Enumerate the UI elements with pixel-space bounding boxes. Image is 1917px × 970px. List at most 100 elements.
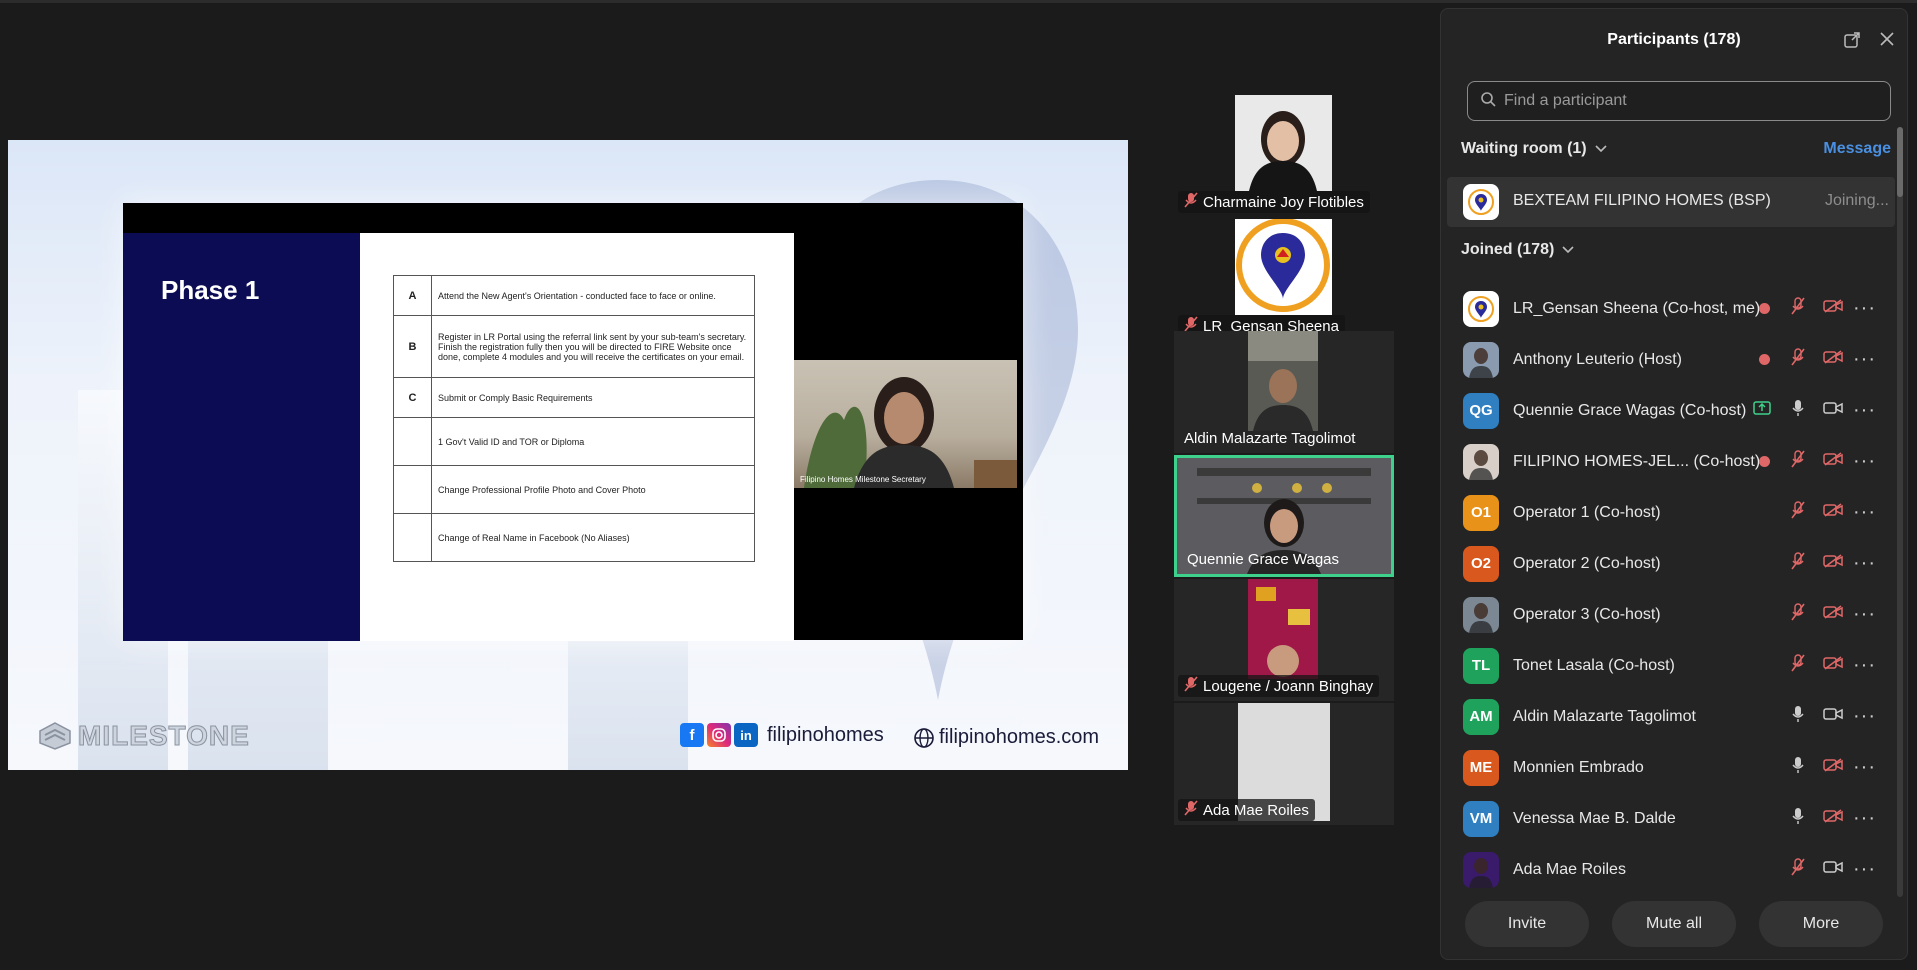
slide-title: Phase 1 — [161, 275, 260, 305]
panel-footer: Invite Mute all More — [1441, 901, 1907, 947]
video-off-icon[interactable] — [1823, 758, 1843, 777]
message-button[interactable]: Message — [1823, 140, 1891, 158]
more-options-icon[interactable]: ··· — [1853, 756, 1876, 779]
participant-row[interactable]: Ada Mae Roiles ··· — [1441, 844, 1901, 895]
participant-video — [1248, 579, 1318, 679]
requirement-text: 1 Gov't Valid ID and TOR or Diploma — [431, 417, 755, 466]
panel-scrollbar[interactable] — [1897, 127, 1903, 897]
video-off-icon[interactable] — [1823, 350, 1843, 369]
mic-muted-icon[interactable] — [1791, 654, 1805, 677]
search-input[interactable] — [1504, 92, 1884, 110]
video-off-icon[interactable] — [1823, 656, 1843, 675]
pop-out-icon[interactable] — [1843, 31, 1861, 54]
video-tile[interactable]: Charmaine Joy Flotibles — [1174, 95, 1394, 217]
more-options-icon[interactable]: ··· — [1853, 399, 1876, 422]
waiting-room-toggle[interactable]: Waiting room (1) — [1461, 140, 1607, 158]
tile-name-label: Charmaine Joy Flotibles — [1178, 191, 1370, 213]
mic-icon[interactable] — [1791, 399, 1805, 422]
video-off-icon[interactable] — [1823, 452, 1843, 471]
more-options-icon[interactable]: ··· — [1853, 552, 1876, 575]
more-options-icon[interactable]: ··· — [1853, 705, 1876, 728]
more-options-icon[interactable]: ··· — [1853, 348, 1876, 371]
participant-name: FILIPINO HOMES-JEL... (Co-host) — [1513, 452, 1761, 470]
linkedin-icon: in — [734, 723, 758, 747]
video-off-icon[interactable] — [1823, 299, 1843, 318]
participant-photo — [1235, 95, 1332, 191]
participant-row[interactable]: ME Monnien Embrado ··· — [1441, 742, 1901, 793]
mic-muted-icon — [1184, 192, 1198, 212]
recording-indicator-icon — [1759, 303, 1770, 314]
participant-name: Ada Mae Roiles — [1513, 860, 1626, 878]
mic-muted-icon[interactable] — [1791, 501, 1805, 524]
more-options-icon[interactable]: ··· — [1853, 603, 1876, 626]
participant-name: Venessa Mae B. Dalde — [1513, 809, 1676, 827]
recording-indicator-icon — [1759, 354, 1770, 365]
avatar: VM — [1463, 800, 1499, 837]
more-options-icon[interactable]: ··· — [1853, 858, 1876, 881]
instagram-icon — [707, 723, 731, 747]
panel-title: Participants (178) — [1607, 31, 1741, 48]
more-options-icon[interactable]: ··· — [1853, 501, 1876, 524]
participant-row[interactable]: VM Venessa Mae B. Dalde ··· — [1441, 793, 1901, 844]
participant-row[interactable]: O1 Operator 1 (Co-host) ··· — [1441, 487, 1901, 538]
participant-row[interactable]: QG Quennie Grace Wagas (Co-host) ··· — [1441, 385, 1901, 436]
participant-row[interactable]: FILIPINO HOMES-JEL... (Co-host) ··· — [1441, 436, 1901, 487]
slide: Phase 1 A Attend the New Agent's Orientat… — [123, 233, 794, 641]
website-link: filipinohomes.com — [913, 726, 1099, 749]
video-off-icon[interactable] — [1823, 809, 1843, 828]
mute-all-button[interactable]: Mute all — [1612, 901, 1736, 947]
participant-row[interactable]: TL Tonet Lasala (Co-host) ··· — [1441, 640, 1901, 691]
video-icon[interactable] — [1823, 707, 1843, 726]
more-options-icon[interactable]: ··· — [1853, 654, 1876, 677]
requirement-key: C — [393, 377, 432, 418]
mic-icon[interactable] — [1791, 807, 1805, 830]
participant-name: Operator 3 (Co-host) — [1513, 605, 1661, 623]
participant-row[interactable]: O2 Operator 2 (Co-host) ··· — [1441, 538, 1901, 589]
video-off-icon[interactable] — [1823, 554, 1843, 573]
participant-row[interactable]: Operator 3 (Co-host) ··· — [1441, 589, 1901, 640]
participant-row[interactable]: Anthony Leuterio (Host) ··· — [1441, 334, 1901, 385]
chevron-down-icon — [1595, 140, 1607, 158]
mic-muted-icon[interactable] — [1791, 858, 1805, 881]
mic-muted-icon — [1184, 676, 1198, 696]
participant-photo — [1235, 219, 1332, 315]
video-tile[interactable]: LR_Gensan Sheena — [1174, 219, 1394, 341]
joined-section-toggle[interactable]: Joined (178) — [1461, 241, 1574, 259]
more-options-icon[interactable]: ··· — [1853, 297, 1876, 320]
mic-muted-icon[interactable] — [1791, 348, 1805, 371]
waiting-participant-row[interactable]: BEXTEAM FILIPINO HOMES (BSP) Joining... — [1447, 177, 1895, 227]
social-handle: f in filipinohomes — [680, 723, 884, 747]
participant-row[interactable]: AM Aldin Malazarte Tagolimot ··· — [1441, 691, 1901, 742]
mic-muted-icon[interactable] — [1791, 552, 1805, 575]
more-options-icon[interactable]: ··· — [1853, 450, 1876, 473]
mic-muted-icon[interactable] — [1791, 297, 1805, 320]
mic-icon[interactable] — [1791, 756, 1805, 779]
video-icon[interactable] — [1823, 401, 1843, 420]
video-off-icon[interactable] — [1823, 605, 1843, 624]
requirement-key — [393, 513, 432, 562]
close-icon[interactable] — [1879, 31, 1895, 54]
top-edge — [0, 0, 1917, 3]
mic-icon[interactable] — [1791, 705, 1805, 728]
social-handle-text: filipinohomes — [767, 723, 884, 746]
invite-button[interactable]: Invite — [1465, 901, 1589, 947]
video-tile-active-speaker[interactable]: Quennie Grace Wagas — [1174, 455, 1394, 577]
mic-muted-icon[interactable] — [1791, 603, 1805, 626]
video-tile[interactable]: Ada Mae Roiles — [1174, 703, 1394, 825]
participant-search[interactable] — [1467, 81, 1891, 121]
requirement-text: Submit or Comply Basic Requirements — [431, 377, 755, 418]
requirement-key: B — [393, 315, 432, 378]
video-icon[interactable] — [1823, 860, 1843, 879]
participant-row[interactable]: LR_Gensan Sheena (Co-host, me) ··· — [1441, 283, 1901, 334]
video-tile[interactable]: Aldin Malazarte Tagolimot — [1174, 331, 1394, 453]
video-tile[interactable]: Lougene / Joann Binghay — [1174, 579, 1394, 701]
facebook-icon: f — [680, 723, 704, 747]
participants-panel: Participants (178) Waiting room (1) Mess… — [1440, 8, 1908, 960]
participant-name: Tonet Lasala (Co-host) — [1513, 656, 1675, 674]
more-button[interactable]: More — [1759, 901, 1883, 947]
mic-muted-icon[interactable] — [1791, 450, 1805, 473]
globe-icon — [914, 727, 934, 748]
video-off-icon[interactable] — [1823, 503, 1843, 522]
presenter-figure — [804, 377, 1017, 488]
more-options-icon[interactable]: ··· — [1853, 807, 1876, 830]
